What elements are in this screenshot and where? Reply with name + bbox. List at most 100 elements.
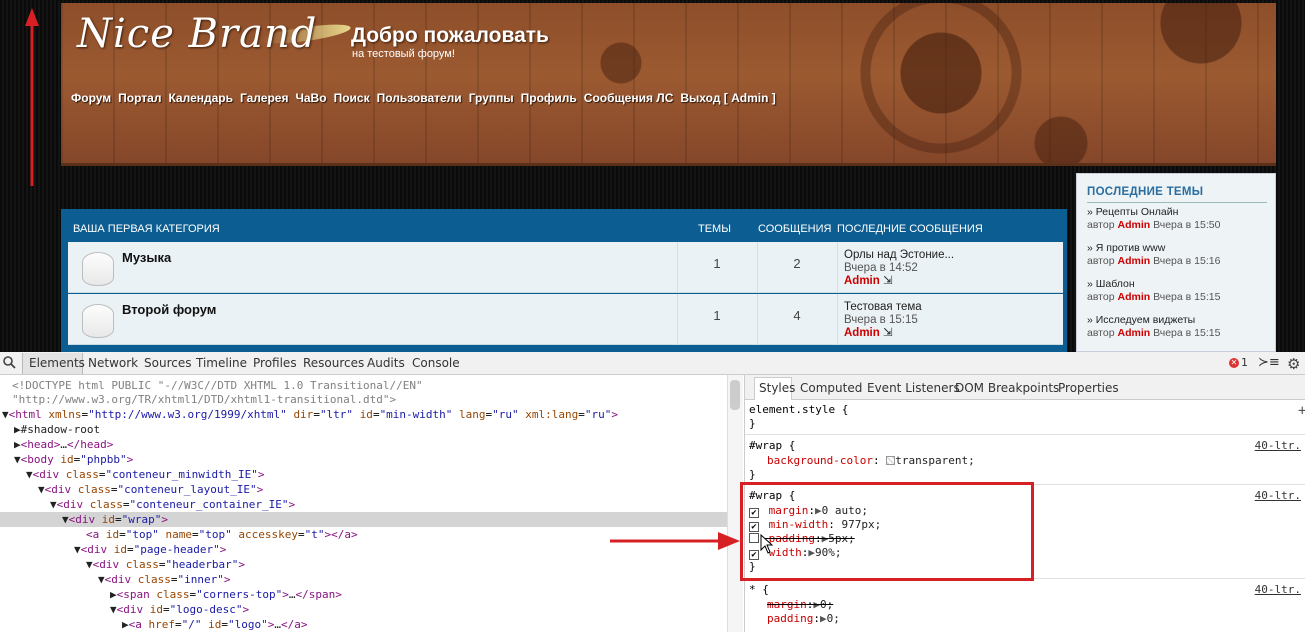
nav-item[interactable]: Пользователи <box>377 91 462 105</box>
tab-styles[interactable]: Styles <box>759 381 795 395</box>
nav-item[interactable]: Поиск <box>334 91 370 105</box>
red-right-arrow-icon <box>610 532 740 550</box>
rule-source-link[interactable]: 40-ltr. <box>1255 583 1301 596</box>
last-post-title[interactable]: Орлы над Эстоние... <box>844 249 954 262</box>
nav-item[interactable]: ЧаВо <box>295 91 326 105</box>
scrollbar-thumb[interactable] <box>730 380 740 410</box>
last-post-author[interactable]: Admin <box>844 327 880 339</box>
rule-selector[interactable]: #wrap { <box>749 439 795 453</box>
site-logo[interactable]: Nice Brand <box>77 11 317 57</box>
element-style-rule[interactable]: element.style { <box>749 403 848 417</box>
last-post-date: Вчера в 15:15 <box>844 314 918 326</box>
dom-node[interactable]: ▼<div class="conteneur_container_IE"> <box>50 498 295 513</box>
dom-node[interactable]: ▶#shadow-root <box>14 423 100 438</box>
tab-sources[interactable]: Sources <box>144 356 191 370</box>
tab-elements[interactable]: Elements <box>29 356 85 370</box>
goto-post-icon[interactable]: ⇲ <box>883 275 893 287</box>
posts-count: 2 <box>793 256 801 271</box>
rule-source-link[interactable]: 40-ltr. <box>1255 439 1301 452</box>
goto-post-icon[interactable]: ⇲ <box>883 327 893 339</box>
tab-resources[interactable]: Resources <box>303 356 364 370</box>
forum-status-icon <box>82 252 114 286</box>
color-swatch-icon[interactable] <box>886 456 896 465</box>
last-post-title[interactable]: Тестовая тема <box>844 301 922 314</box>
red-up-arrow-icon <box>25 8 39 186</box>
dom-node[interactable]: ▼<div id="logo-desc"> <box>110 603 249 618</box>
screenshot: Nice Brand Добро пожаловать на тестовый … <box>0 0 1305 632</box>
tab-audits[interactable]: Audits <box>367 356 405 370</box>
dom-node[interactable]: <!DOCTYPE html PUBLIC "-//W3C//DTD XHTML… <box>12 379 423 394</box>
error-icon[interactable]: ✕ <box>1229 358 1239 368</box>
topic-author[interactable]: Admin <box>1117 219 1150 231</box>
rule-source-link[interactable]: 40-ltr. <box>1255 489 1301 502</box>
nav-item[interactable]: Сообщения ЛС <box>584 91 674 105</box>
topics-count: 1 <box>713 256 721 271</box>
topic-author[interactable]: Admin <box>1117 291 1150 303</box>
rule-selector[interactable]: * { <box>749 583 769 597</box>
list-item: » Рецепты Онлайн автор Admin Вчера в 15:… <box>1087 206 1221 231</box>
widget-title: ПОСЛЕДНИЕ ТЕМЫ <box>1087 186 1204 198</box>
col-posts-header: СООБЩЕНИЯ <box>758 223 832 235</box>
tab-profiles[interactable]: Profiles <box>253 356 297 370</box>
tab-computed[interactable]: Computed <box>800 381 862 395</box>
nav-item[interactable]: Календарь <box>168 91 233 105</box>
forum-status-icon <box>82 304 114 338</box>
dom-node[interactable]: ▼<div class="conteneur_minwidth_IE"> <box>26 468 264 483</box>
dom-node-selected[interactable]: ▼<div id="wrap"> <box>62 513 168 528</box>
list-item: » Я против www автор Admin Вчера в 15:16 <box>1087 242 1221 267</box>
dom-node[interactable]: ▶<head>…</head> <box>14 438 113 453</box>
dom-node[interactable]: ▼<div class="conteneur_layout_IE"> <box>38 483 263 498</box>
topic-link[interactable]: » Шаблон <box>1087 278 1220 291</box>
dom-node[interactable]: ▼<html xmlns="http://www.w3.org/1999/xht… <box>2 408 618 423</box>
forum-category-table: ВАША ПЕРВАЯ КАТЕГОРИЯ ТЕМЫ СООБЩЕНИЯ ПОС… <box>61 209 1067 352</box>
css-property[interactable]: background-color: transparent; <box>767 454 975 468</box>
tab-event-listeners[interactable]: Event Listeners <box>867 381 960 395</box>
dom-node[interactable]: ▶<a href="/" id="logo">…</a> <box>122 618 308 632</box>
topic-link[interactable]: » Рецепты Онлайн <box>1087 206 1220 219</box>
nav-item[interactable]: Выход [ Admin ] <box>680 91 775 105</box>
forum-row: Второй форум 1 4 Тестовая тема Вчера в 1… <box>68 294 1063 345</box>
dom-node[interactable]: ▼<div class="headerbar"> <box>86 558 245 573</box>
gear-icon[interactable]: ⚙ <box>1287 355 1300 373</box>
styles-subtabs: Styles Computed Event Listeners DOM Brea… <box>745 375 1305 400</box>
dom-node[interactable]: "http://www.w3.org/TR/xhtml1/DTD/xhtml1-… <box>12 393 396 408</box>
site-description: на тестовый форум! <box>352 48 455 60</box>
latest-topics-widget: ПОСЛЕДНИЕ ТЕМЫ » Рецепты Онлайн автор Ad… <box>1076 173 1276 352</box>
css-property[interactable]: padding:▶0; <box>767 612 840 626</box>
nav-item[interactable]: Группы <box>469 91 514 105</box>
topic-author[interactable]: Admin <box>1117 327 1150 339</box>
last-post: Тестовая тема Вчера в 15:15 Admin ⇲ <box>844 301 922 340</box>
main-nav: Форум Портал Календарь Галерея ЧаВо Поис… <box>71 91 783 105</box>
forum-name[interactable]: Музыка <box>122 250 171 265</box>
dom-node[interactable]: ▶<span class="corners-top">…</span> <box>110 588 342 603</box>
last-post-author[interactable]: Admin <box>844 275 880 287</box>
inspect-search-icon[interactable] <box>3 356 16 369</box>
tab-timeline[interactable]: Timeline <box>196 356 247 370</box>
dom-node[interactable]: ▼<div id="page-header"> <box>74 543 226 558</box>
tab-properties[interactable]: Properties <box>1058 381 1119 395</box>
topic-link[interactable]: » Исследуем виджеты <box>1087 314 1220 327</box>
nav-item[interactable]: Портал <box>118 91 161 105</box>
tab-console[interactable]: Console <box>412 356 460 370</box>
topic-link[interactable]: » Я против www <box>1087 242 1220 255</box>
forum-name[interactable]: Второй форум <box>122 302 216 317</box>
tab-dom-breakpoints[interactable]: DOM Breakpoints <box>955 381 1059 395</box>
category-title[interactable]: ВАША ПЕРВАЯ КАТЕГОРИЯ <box>73 223 220 235</box>
mouse-cursor-icon <box>760 534 774 554</box>
css-property-overridden[interactable]: margin:▶0; <box>767 598 833 612</box>
dom-node[interactable]: <a id="top" name="top" accesskey="t"></a… <box>86 528 358 543</box>
console-drawer-icon[interactable]: ≻≡ <box>1258 355 1280 370</box>
tab-network[interactable]: Network <box>88 356 138 370</box>
topic-author[interactable]: Admin <box>1117 255 1150 267</box>
dom-node[interactable]: ▼<div class="inner"> <box>98 573 230 588</box>
forum-row: Музыка 1 2 Орлы над Эстоние... Вчера в 1… <box>68 242 1063 293</box>
add-rule-icon[interactable]: + <box>1298 403 1305 419</box>
list-item: » Шаблон автор Admin Вчера в 15:15 <box>1087 278 1221 303</box>
site-header: Nice Brand Добро пожаловать на тестовый … <box>61 3 1276 166</box>
nav-item[interactable]: Форум <box>71 91 111 105</box>
nav-item[interactable]: Галерея <box>240 91 288 105</box>
dom-node[interactable]: ▼<body id="phpbb"> <box>14 453 133 468</box>
forum-website: Nice Brand Добро пожаловать на тестовый … <box>0 0 1305 352</box>
nav-item[interactable]: Профиль <box>521 91 577 105</box>
error-count[interactable]: 1 <box>1241 356 1248 369</box>
